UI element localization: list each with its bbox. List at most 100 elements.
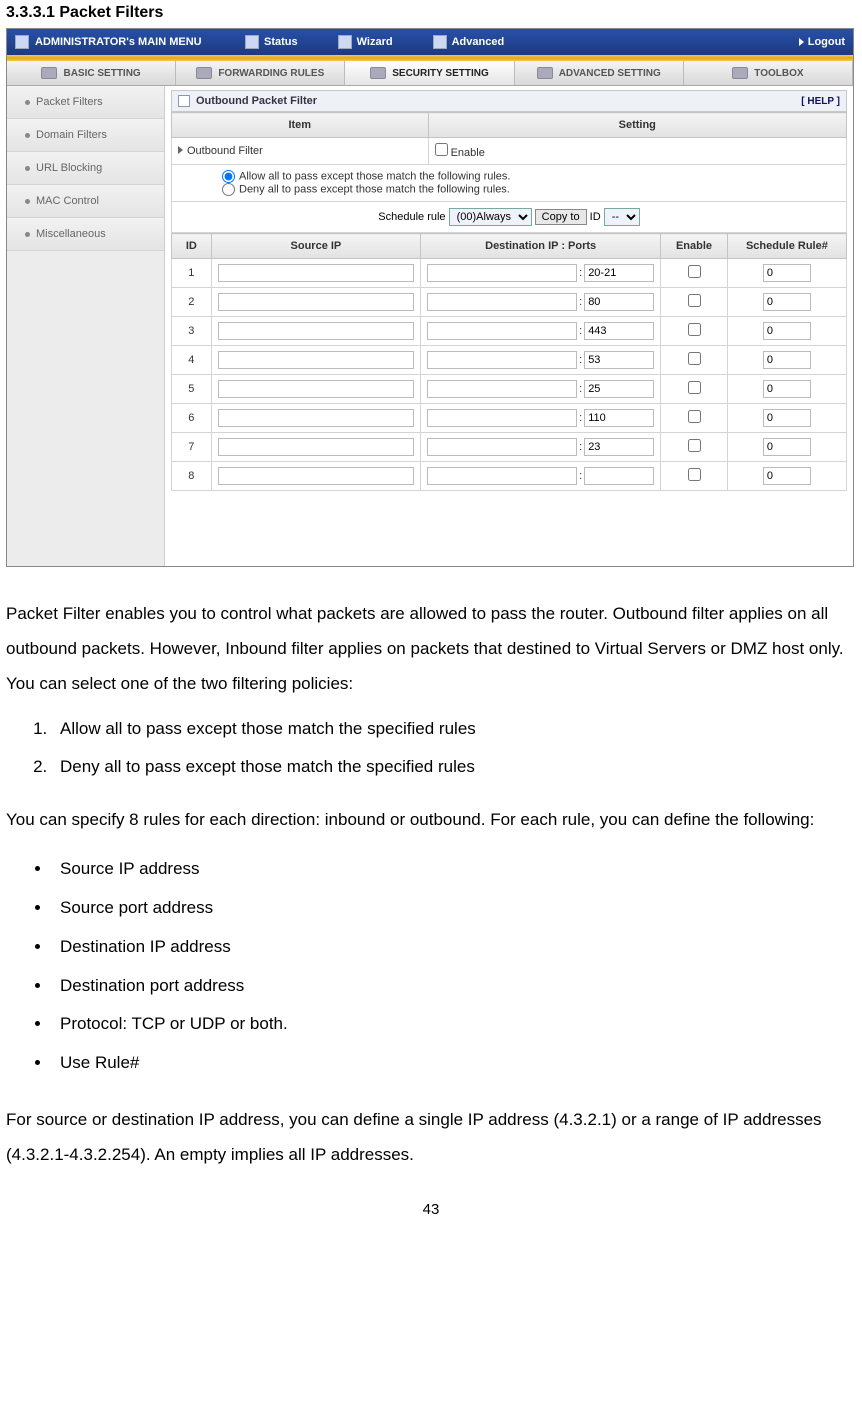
schedule-rule-input[interactable] bbox=[763, 264, 811, 282]
rule-enable-checkbox[interactable] bbox=[688, 323, 701, 336]
radio-allow[interactable] bbox=[222, 170, 235, 183]
schedule-select[interactable]: (00)Always bbox=[449, 208, 532, 226]
rule-enable-checkbox[interactable] bbox=[688, 468, 701, 481]
rule-id: 5 bbox=[172, 375, 212, 404]
rule-enable-checkbox[interactable] bbox=[688, 265, 701, 278]
id-label: ID bbox=[590, 211, 601, 223]
doc-ul-item: Protocol: TCP or UDP or both. bbox=[52, 1007, 856, 1042]
source-ip-input[interactable] bbox=[218, 467, 414, 485]
source-ip-input[interactable] bbox=[218, 380, 414, 398]
enable-checkbox[interactable] bbox=[435, 143, 448, 156]
topbar-advanced[interactable]: Advanced bbox=[433, 35, 505, 49]
sched-cell bbox=[727, 259, 846, 288]
schedule-rule-input[interactable] bbox=[763, 351, 811, 369]
topbar-wizard[interactable]: Wizard bbox=[338, 35, 393, 49]
dest-ip-input[interactable] bbox=[427, 409, 577, 427]
source-ip-input[interactable] bbox=[218, 293, 414, 311]
source-ip-input[interactable] bbox=[218, 409, 414, 427]
tab-bar: BASIC SETTING FORWARDING RULES SECURITY … bbox=[7, 61, 853, 86]
radio-allow-label: Allow all to pass except those match the… bbox=[239, 170, 510, 182]
doc-ordered-list: Allow all to pass except those match the… bbox=[52, 712, 856, 786]
dest-port-input[interactable] bbox=[584, 409, 654, 427]
rules-col-dest: Destination IP : Ports bbox=[421, 234, 661, 259]
logout-link[interactable]: Logout bbox=[799, 36, 845, 48]
dest-cell: : bbox=[421, 346, 661, 375]
sidebar-item-mac-control[interactable]: MAC Control bbox=[7, 185, 164, 218]
rule-enable-checkbox[interactable] bbox=[688, 294, 701, 307]
dest-ip-input[interactable] bbox=[427, 264, 577, 282]
tab-basic-setting[interactable]: BASIC SETTING bbox=[7, 61, 176, 85]
basic-setting-icon bbox=[41, 67, 57, 79]
content-panel: Outbound Packet Filter [ HELP ] Item Set… bbox=[165, 86, 853, 566]
radio-deny[interactable] bbox=[222, 183, 235, 196]
document-body: Packet Filter enables you to control wha… bbox=[6, 597, 856, 1173]
sidebar-item-label: Packet Filters bbox=[36, 96, 103, 108]
help-link[interactable]: [ HELP ] bbox=[801, 96, 840, 107]
colon-sep: : bbox=[579, 441, 582, 453]
rule-enable-checkbox[interactable] bbox=[688, 439, 701, 452]
schedule-rule-input[interactable] bbox=[763, 293, 811, 311]
enable-cell bbox=[661, 317, 728, 346]
dest-ip-input[interactable] bbox=[427, 467, 577, 485]
schedule-rule-input[interactable] bbox=[763, 322, 811, 340]
dest-ip-input[interactable] bbox=[427, 438, 577, 456]
rule-enable-checkbox[interactable] bbox=[688, 410, 701, 423]
doc-para3: For source or destination IP address, yo… bbox=[6, 1103, 856, 1173]
dest-port-input[interactable] bbox=[584, 293, 654, 311]
rules-col-enable: Enable bbox=[661, 234, 728, 259]
schedule-rule-row: Schedule rule (00)Always Copy to ID -- bbox=[171, 202, 847, 233]
source-ip-input[interactable] bbox=[218, 322, 414, 340]
copy-to-button[interactable]: Copy to bbox=[535, 209, 587, 225]
schedule-rule-input[interactable] bbox=[763, 438, 811, 456]
dest-port-input[interactable] bbox=[584, 264, 654, 282]
tab-toolbox[interactable]: TOOLBOX bbox=[684, 61, 853, 85]
tab-security-setting[interactable]: SECURITY SETTING bbox=[345, 61, 514, 85]
schedule-rule-input[interactable] bbox=[763, 380, 811, 398]
tab-basic-label: BASIC SETTING bbox=[63, 68, 140, 79]
sched-cell bbox=[727, 433, 846, 462]
rule-id: 8 bbox=[172, 462, 212, 491]
schedule-label: Schedule rule bbox=[378, 211, 445, 223]
sidebar-item-packet-filters[interactable]: Packet Filters bbox=[7, 86, 164, 119]
logout-label: Logout bbox=[808, 36, 845, 48]
id-select[interactable]: -- bbox=[604, 208, 640, 226]
sidebar-item-label: MAC Control bbox=[36, 195, 99, 207]
source-ip-input[interactable] bbox=[218, 264, 414, 282]
dest-ip-input[interactable] bbox=[427, 322, 577, 340]
dest-ip-input[interactable] bbox=[427, 380, 577, 398]
sidebar-item-label: URL Blocking bbox=[36, 162, 102, 174]
main-menu-text: ADMINISTRATOR's MAIN MENU bbox=[35, 36, 202, 48]
rule-enable-checkbox[interactable] bbox=[688, 381, 701, 394]
dest-port-input[interactable] bbox=[584, 351, 654, 369]
dest-port-input[interactable] bbox=[584, 380, 654, 398]
tab-advanced-setting[interactable]: ADVANCED SETTING bbox=[515, 61, 684, 85]
source-ip-input[interactable] bbox=[218, 351, 414, 369]
dest-port-input[interactable] bbox=[584, 438, 654, 456]
sidebar: Packet Filters Domain Filters URL Blocki… bbox=[7, 86, 165, 566]
router-admin-ui: ADMINISTRATOR's MAIN MENU Status Wizard … bbox=[6, 28, 854, 567]
dest-ip-input[interactable] bbox=[427, 293, 577, 311]
source-ip-cell bbox=[211, 433, 420, 462]
rules-col-sched: Schedule Rule# bbox=[727, 234, 846, 259]
tab-advanced-label: ADVANCED SETTING bbox=[559, 68, 661, 79]
dest-ip-input[interactable] bbox=[427, 351, 577, 369]
dest-port-input[interactable] bbox=[584, 467, 654, 485]
rule-id: 3 bbox=[172, 317, 212, 346]
sidebar-item-miscellaneous[interactable]: Miscellaneous bbox=[7, 218, 164, 251]
sidebar-item-url-blocking[interactable]: URL Blocking bbox=[7, 152, 164, 185]
tab-forwarding-rules[interactable]: FORWARDING RULES bbox=[176, 61, 345, 85]
topbar-status[interactable]: Status bbox=[245, 35, 298, 49]
source-ip-input[interactable] bbox=[218, 438, 414, 456]
table-row: 5: bbox=[172, 375, 847, 404]
table-row: 6: bbox=[172, 404, 847, 433]
panel-icon bbox=[178, 95, 190, 107]
forwarding-icon bbox=[196, 67, 212, 79]
schedule-rule-input[interactable] bbox=[763, 467, 811, 485]
schedule-rule-input[interactable] bbox=[763, 409, 811, 427]
enable-cell bbox=[661, 433, 728, 462]
rule-enable-checkbox[interactable] bbox=[688, 352, 701, 365]
dest-port-input[interactable] bbox=[584, 322, 654, 340]
dest-cell: : bbox=[421, 404, 661, 433]
sidebar-item-domain-filters[interactable]: Domain Filters bbox=[7, 119, 164, 152]
arrow-icon bbox=[178, 146, 183, 154]
